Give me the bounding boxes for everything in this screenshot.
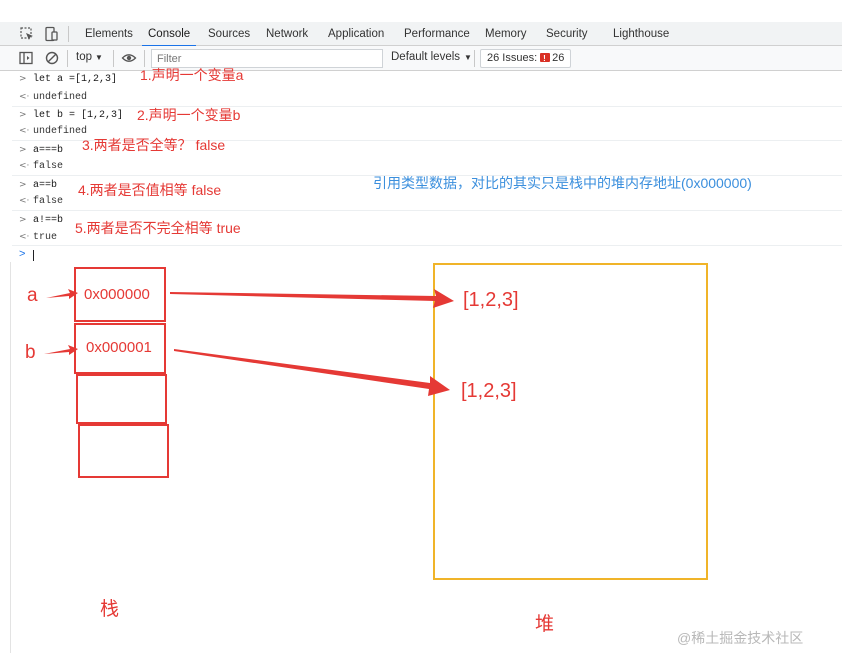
toolbar-separator	[113, 50, 114, 67]
annotation-note-1: 1.声明一个变量a	[140, 67, 244, 83]
heap-label: 堆	[535, 614, 555, 635]
tab-elements[interactable]: Elements	[85, 22, 133, 46]
stack-cell-empty	[76, 374, 167, 424]
output-arrow-icon: <·	[19, 126, 30, 136]
stack-address-b: 0x000001	[86, 339, 152, 356]
watermark: @稀土掘金技术社区	[677, 630, 804, 646]
text-cursor	[33, 250, 34, 261]
input-chevron-icon: >	[19, 74, 27, 84]
tab-console[interactable]: Console	[141, 22, 197, 47]
toolbar-separator	[67, 50, 68, 67]
log-levels-dropdown[interactable]: Default levels ▼	[391, 51, 472, 63]
output-arrow-icon: <·	[19, 196, 30, 206]
clear-console-icon[interactable]	[44, 50, 60, 66]
stack-cell-empty	[78, 424, 169, 478]
annotation-note-5: 5.两者是否不完全相等 true	[75, 220, 241, 236]
issues-count: 26	[552, 52, 565, 64]
input-chevron-icon: >	[19, 215, 27, 225]
annotation-note-2: 2.声明一个变量b	[137, 107, 241, 123]
context-label: top	[76, 51, 92, 63]
chevron-down-icon: ▼	[464, 53, 472, 62]
input-chevron-icon: >	[19, 110, 27, 120]
row-divider	[12, 210, 842, 211]
stack-address-a: 0x000000	[84, 286, 150, 303]
heap-value-1: [1,2,3]	[463, 289, 519, 311]
input-chevron-icon: >	[19, 180, 27, 190]
eye-icon[interactable]	[121, 50, 137, 66]
console-input-text: a===b	[33, 145, 64, 156]
output-arrow-icon: <·	[19, 161, 30, 171]
console-toolbar: top▼ Default levels▼ 26 Issues:26	[0, 46, 842, 71]
log-levels-label: Default levels	[391, 51, 461, 63]
tab-memory[interactable]: Memory	[485, 22, 527, 46]
arrow-stack-a-to-heap	[170, 289, 454, 308]
tab-lighthouse[interactable]: Lighthouse	[613, 22, 669, 46]
tab-application[interactable]: Application	[328, 22, 384, 46]
output-arrow-icon: <·	[19, 232, 30, 242]
console-output-text: undefined	[33, 126, 88, 137]
variable-b-label: b	[25, 342, 36, 363]
console-input-text: a!==b	[33, 215, 64, 226]
console-input-text: a==b	[33, 180, 58, 191]
annotation-note-3: 3.两者是否全等？ false	[82, 137, 226, 153]
chevron-down-icon: ▼	[95, 53, 103, 62]
variable-a-label: a	[27, 285, 38, 306]
tab-sources[interactable]: Sources	[208, 22, 250, 46]
tab-network[interactable]: Network	[266, 22, 308, 46]
arrow-stack-b-to-heap	[174, 349, 450, 396]
console-output-text: false	[33, 196, 64, 207]
annotation-note-4: 4.两者是否值相等 false	[78, 182, 222, 198]
arrow-b-to-stack	[44, 345, 78, 355]
issues-button[interactable]: 26 Issues: 26	[480, 49, 572, 68]
console-input-text: let b = [1,2,3]	[33, 110, 124, 121]
console-output-text: undefined	[33, 92, 88, 103]
heap-value-2: [1,2,3]	[461, 380, 517, 402]
toolbar-separator	[474, 50, 475, 67]
prompt-chevron-icon: >	[19, 248, 26, 260]
panel-edge-line	[10, 262, 11, 653]
console-output-text: true	[33, 232, 58, 243]
console-input-text: let a =[1,2,3]	[33, 74, 118, 85]
devtools-tab-bar: Elements Console Sources Network Applica…	[0, 22, 842, 47]
issues-label: 26 Issues:	[487, 52, 538, 64]
issue-flag-icon	[540, 50, 551, 67]
sidebar-toggle-icon[interactable]	[18, 50, 34, 66]
row-divider	[12, 245, 842, 246]
stack-label: 栈	[100, 599, 120, 620]
tab-performance[interactable]: Performance	[404, 22, 470, 46]
input-chevron-icon: >	[19, 145, 27, 155]
annotation-summary: 引用类型数据，对比的其实只是栈中的堆内存地址(0x000000)	[373, 175, 752, 191]
context-selector[interactable]: top ▼	[76, 51, 103, 63]
console-output-text: false	[33, 161, 64, 172]
device-toolbar-icon[interactable]	[43, 26, 59, 42]
inspect-element-icon[interactable]	[19, 26, 35, 42]
output-arrow-icon: <·	[19, 92, 30, 102]
tab-security[interactable]: Security	[546, 22, 588, 46]
tabbar-separator	[68, 26, 69, 42]
console-prompt[interactable]: >	[0, 248, 842, 262]
